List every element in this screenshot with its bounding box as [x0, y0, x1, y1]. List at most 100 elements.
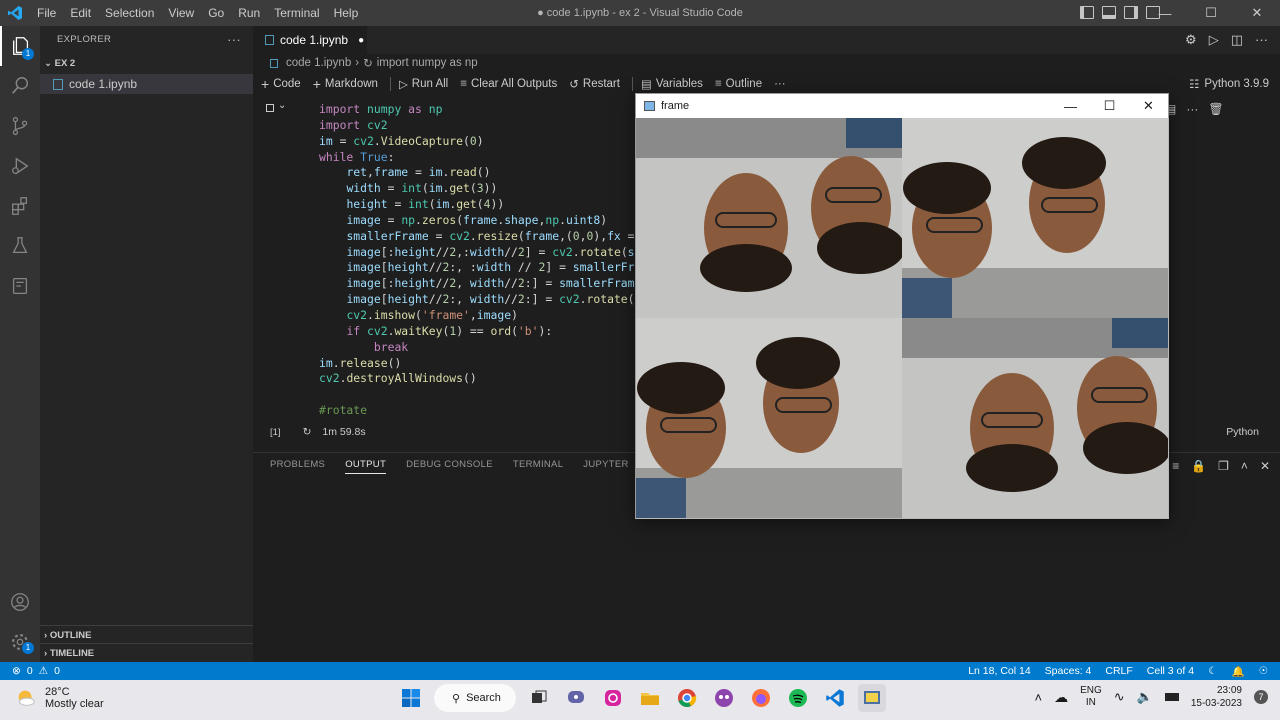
lock-icon[interactable]: 🔒 — [1191, 459, 1206, 473]
search-icon[interactable] — [0, 66, 40, 106]
cursor-position[interactable]: Ln 18, Col 14 — [968, 665, 1030, 678]
add-code-cell-button[interactable]: + Code — [261, 76, 301, 92]
source-control-icon[interactable] — [0, 106, 40, 146]
more-actions-icon[interactable]: ··· — [227, 26, 241, 54]
frame-title-bar[interactable]: frame — ☐ ✕ — [636, 94, 1168, 118]
tab-output[interactable]: OUTPUT — [345, 459, 387, 474]
more-actions-icon[interactable]: ··· — [1255, 32, 1268, 48]
windows-start-icon[interactable] — [397, 684, 425, 712]
volume-icon[interactable]: 🔈 — [1137, 689, 1153, 705]
chevron-up-icon[interactable]: ˄ — [1034, 690, 1042, 705]
breadcrumb-cell[interactable]: import numpy as np — [377, 57, 478, 69]
frame-app-icon — [644, 101, 655, 111]
explorer-title: EXPLORER — [57, 34, 112, 45]
chevron-down-icon[interactable]: ⌄ — [278, 100, 286, 111]
breadcrumb-file[interactable]: code 1.ipynb — [286, 57, 351, 69]
menu-run[interactable]: Run — [231, 0, 267, 26]
close-icon[interactable]: ✕ — [1234, 0, 1280, 26]
outline-button[interactable]: ≡ Outline — [715, 78, 762, 90]
more-cell-actions-icon[interactable]: ··· — [1186, 102, 1198, 116]
accounts-icon[interactable] — [0, 582, 40, 622]
timeline-section[interactable]: › TIMELINE — [40, 643, 253, 663]
add-markdown-cell-button[interactable]: + Markdown — [313, 76, 378, 92]
run-debug-icon[interactable] — [0, 146, 40, 186]
run-icon[interactable]: ▷ — [1209, 32, 1219, 48]
delete-cell-icon[interactable]: 🗑 — [1208, 102, 1223, 116]
cell-indicator[interactable]: Cell 3 of 4 — [1147, 665, 1194, 678]
tab-problems[interactable]: PROBLEMS — [270, 459, 325, 474]
minimize-icon[interactable]: — — [1142, 0, 1188, 26]
cell-collapse-icon[interactable] — [266, 104, 274, 112]
accounts-status-icon[interactable]: ☉ — [1259, 665, 1268, 678]
spotify-icon[interactable] — [784, 684, 812, 712]
kernel-picker[interactable]: ☷ Python 3.9.9 — [1189, 77, 1269, 91]
gear-icon[interactable]: ⚙ — [1185, 32, 1197, 48]
tab-debug-console[interactable]: DEBUG CONSOLE — [406, 459, 493, 474]
toggle-primary-sidebar-icon[interactable] — [1080, 6, 1094, 19]
cell-language[interactable]: Python — [1226, 426, 1259, 438]
language-indicator[interactable]: ENG IN — [1080, 685, 1102, 709]
tab-jupyter[interactable]: JUPYTER — [583, 459, 628, 474]
opencv-frame-window[interactable]: frame — ☐ ✕ — [635, 93, 1169, 519]
weather-widget[interactable]: 28°C Mostly clear — [15, 686, 104, 710]
toggle-secondary-sidebar-icon[interactable] — [1124, 6, 1138, 19]
split-editor-icon[interactable]: ◫ — [1231, 32, 1243, 48]
outline-section[interactable]: › OUTLINE — [40, 625, 253, 645]
python-app-icon[interactable] — [858, 684, 886, 712]
menu-help[interactable]: Help — [327, 0, 366, 26]
more-toolbar-icon[interactable]: ··· — [774, 78, 786, 90]
vscode-taskbar-icon[interactable] — [821, 684, 849, 712]
close-icon[interactable]: ✕ — [1129, 94, 1168, 118]
firefox-icon[interactable] — [747, 684, 775, 712]
taskbar-search[interactable]: ⚲ Search — [434, 684, 516, 712]
tab-terminal[interactable]: TERMINAL — [513, 459, 563, 474]
task-view-icon[interactable] — [525, 684, 553, 712]
line-ending[interactable]: CRLF — [1105, 665, 1132, 678]
notifications-bell-icon[interactable]: 🔔 — [1232, 665, 1245, 678]
plus-icon: + — [261, 76, 270, 92]
wifi-icon[interactable]: ∿ — [1114, 689, 1125, 705]
clear-outputs-button[interactable]: ≡ Clear All Outputs — [460, 78, 557, 90]
explorer-icon[interactable] — [0, 26, 40, 66]
toggle-panel-icon[interactable] — [1102, 6, 1116, 19]
onedrive-cloud-icon[interactable]: ☁ — [1054, 689, 1068, 706]
menu-terminal[interactable]: Terminal — [267, 0, 326, 26]
close-icon[interactable]: ✕ — [1260, 459, 1270, 473]
file-item[interactable]: code 1.ipynb — [40, 74, 253, 94]
restart-button[interactable]: ↺ Restart — [569, 77, 620, 91]
unsaved-dot-icon[interactable]: ● — [358, 35, 364, 46]
notification-count-badge[interactable]: 7 — [1254, 690, 1268, 704]
folder-section[interactable]: ⌄ EX 2 — [40, 54, 253, 74]
file-explorer-icon[interactable] — [636, 684, 664, 712]
minimize-icon[interactable]: — — [1051, 94, 1090, 118]
clear-output-icon[interactable]: ≡ — [1172, 459, 1179, 473]
code-editor[interactable]: import numpy as np import cv2 im = cv2.V… — [319, 102, 655, 419]
feedback-icon[interactable]: ☾ — [1208, 665, 1217, 678]
problems-indicator[interactable]: ⊗ 0 ⚠ 0 — [12, 665, 60, 677]
jupyter-icon[interactable] — [0, 266, 40, 306]
webcam-quadrant-rotated — [636, 118, 902, 318]
run-all-button[interactable]: ▷ Run All — [399, 77, 448, 91]
manage-gear-icon[interactable] — [0, 622, 40, 662]
menu-selection[interactable]: Selection — [98, 0, 161, 26]
menu-view[interactable]: View — [161, 0, 201, 26]
maximize-icon[interactable]: ☐ — [1090, 94, 1129, 118]
battery-icon[interactable] — [1164, 693, 1179, 701]
maximize-icon[interactable]: ☐ — [1188, 0, 1234, 26]
testing-icon[interactable] — [0, 226, 40, 266]
tab-code-1-ipynb[interactable]: code 1.ipynb ● — [253, 26, 367, 54]
menu-go[interactable]: Go — [201, 0, 231, 26]
menu-edit[interactable]: Edit — [63, 0, 98, 26]
extensions-icon[interactable] — [0, 186, 40, 226]
variables-button[interactable]: ▤ Variables — [641, 77, 703, 91]
chrome-icon[interactable] — [673, 684, 701, 712]
clock[interactable]: 23:09 15-03-2023 — [1191, 684, 1242, 710]
teams-chat-icon[interactable] — [562, 684, 590, 712]
open-in-editor-icon[interactable]: ❐ — [1218, 459, 1229, 473]
game-app-icon[interactable] — [710, 684, 738, 712]
clear-all-icon: ≡ — [460, 78, 467, 90]
indentation[interactable]: Spaces: 4 — [1045, 665, 1092, 678]
chevron-up-icon[interactable]: ˄ — [1241, 459, 1248, 473]
instagram-icon[interactable] — [599, 684, 627, 712]
menu-file[interactable]: File — [30, 0, 63, 26]
